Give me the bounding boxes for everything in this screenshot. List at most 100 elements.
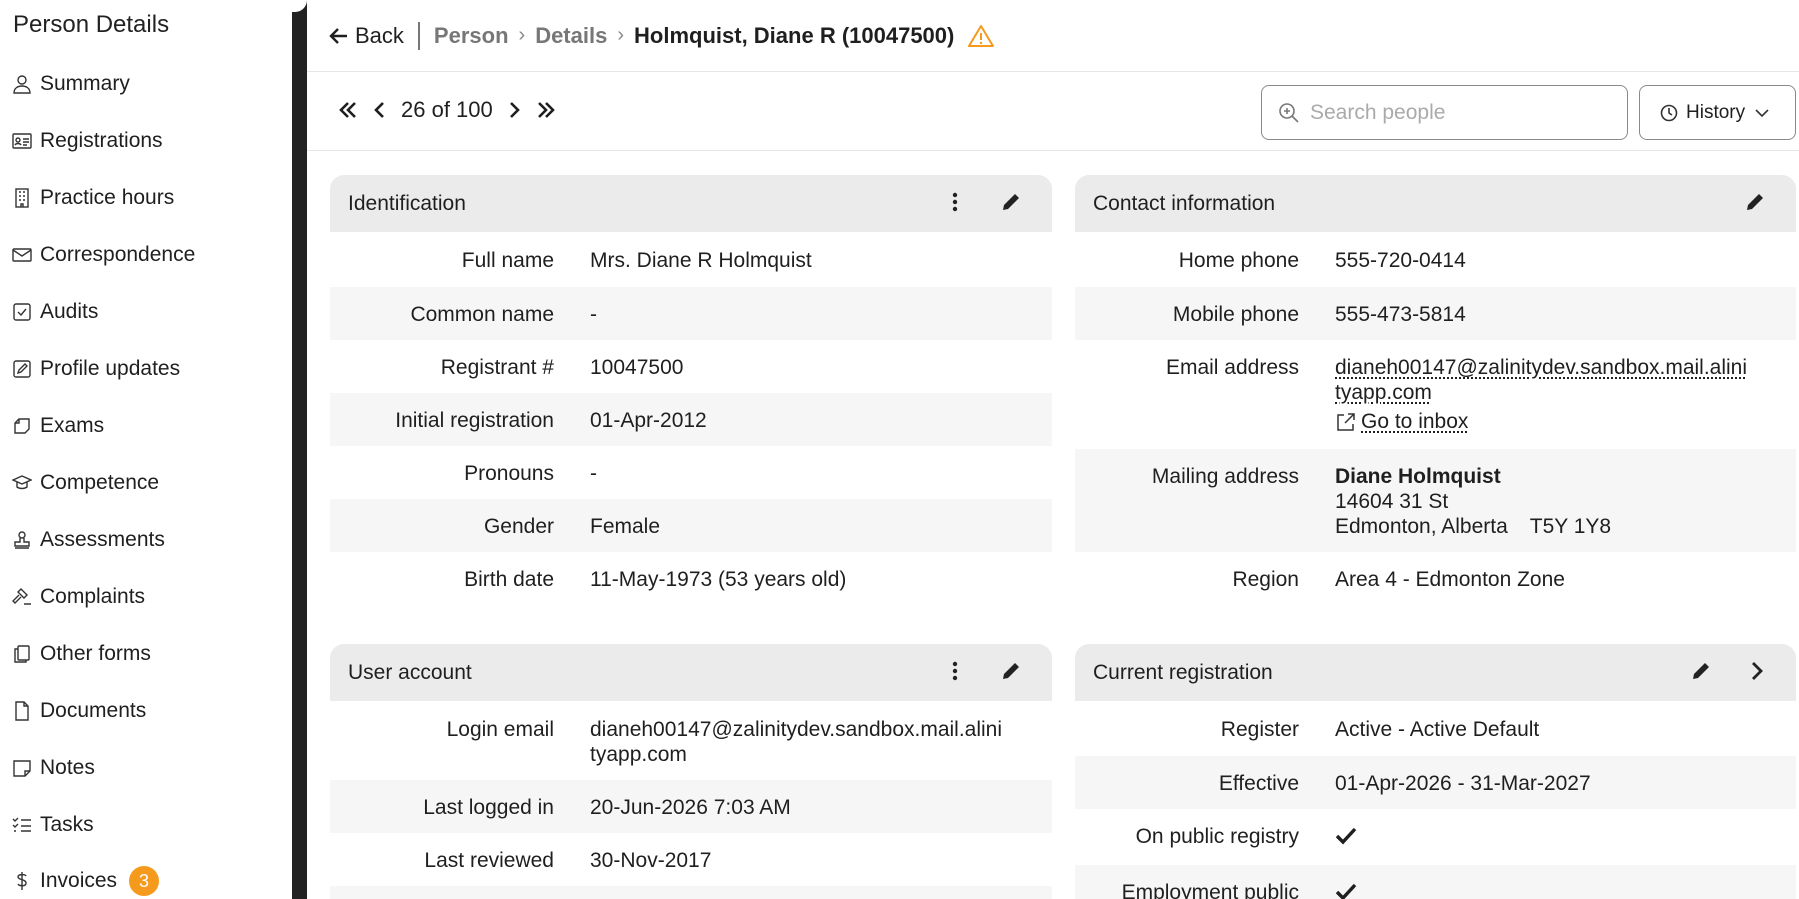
field-row: Login email dianeh00147@zalinitydev.sand… — [330, 701, 1052, 780]
field-label: Gender — [483, 515, 554, 538]
edit-square-icon — [12, 359, 32, 379]
card-title: Identification — [348, 191, 466, 215]
first-record-button[interactable] — [337, 99, 359, 121]
field-row: On public registry — [1075, 809, 1796, 865]
sidebar: Person Details Summary Registrations Pra… — [0, 0, 292, 899]
breadcrumb-bar: Back Person › Details › Holmquist, Diane… — [307, 0, 1799, 72]
chevron-right-icon: › — [518, 24, 526, 46]
field-value: 10047500 — [590, 356, 684, 379]
sidebar-item-profile-updates[interactable]: Profile updates — [12, 354, 180, 384]
sidebar-title: Person Details — [13, 11, 170, 38]
go-to-inbox-link[interactable]: Go to inbox — [1335, 409, 1468, 434]
field-value: Mrs. Diane R Holmquist — [590, 249, 812, 272]
user-account-header: User account — [330, 644, 1052, 701]
sidebar-item-other-forms[interactable]: Other forms — [12, 639, 151, 669]
double-chevron-left-icon — [339, 102, 356, 118]
double-chevron-right-icon — [537, 102, 555, 118]
toolbar: 26 of 100 History — [307, 73, 1799, 151]
field-label: Initial registration — [395, 409, 554, 432]
sidebar-item-notes[interactable]: Notes — [12, 753, 95, 783]
register-value: Active - Active Default — [1335, 718, 1540, 741]
dollar-icon — [12, 871, 32, 891]
edit-button[interactable] — [1688, 658, 1714, 684]
field-label: Common name — [410, 303, 554, 326]
pencil-icon — [1747, 194, 1763, 210]
login-email-line: dianeh00147@zalinitydev.sandbox.mail.ali… — [590, 718, 1003, 741]
vertical-dots-icon — [952, 192, 958, 212]
sidebar-item-assessments[interactable]: Assessments — [12, 525, 165, 555]
field-value: 30-Nov-2017 — [590, 849, 712, 872]
field-value: 11-May-1973 (53 years old) — [590, 568, 847, 591]
field-label: Birth date — [464, 568, 554, 591]
breadcrumb-details[interactable]: Details — [535, 23, 607, 49]
sidebar-item-complaints[interactable]: Complaints — [12, 582, 145, 612]
sidebar-item-audits[interactable]: Audits — [12, 297, 98, 327]
stamp-icon — [12, 530, 32, 550]
sidebar-item-exams[interactable]: Exams — [12, 411, 104, 441]
mailing-postal: T5Y 1Y8 — [1529, 514, 1612, 538]
person-icon — [12, 74, 32, 94]
sidebar-item-label: Competence — [40, 471, 160, 494]
more-options-button[interactable] — [942, 189, 968, 215]
chevron-right-icon — [509, 102, 520, 118]
sidebar-item-invoices[interactable]: Invoices 3 — [12, 866, 160, 896]
field-row: Effective 01-Apr-2026 - 31-Mar-2027 — [1075, 756, 1796, 809]
sidebar-item-label: Correspondence — [40, 243, 196, 266]
chevron-left-icon — [374, 102, 384, 118]
sidebar-item-practice-hours[interactable]: Practice hours — [12, 183, 174, 213]
sidebar-item-label: Complaints — [40, 585, 146, 608]
sidebar-item-documents[interactable]: Documents — [12, 696, 146, 726]
search-input[interactable] — [1310, 100, 1600, 125]
field-label: Last logged in — [423, 796, 554, 819]
note-icon — [12, 758, 32, 778]
pencil-icon — [1003, 194, 1019, 210]
sidebar-item-label: Summary — [40, 72, 130, 95]
field-row: Birth date 11-May-1973 (53 years old) — [330, 552, 1052, 605]
card-title: Current registration — [1093, 660, 1273, 684]
back-button[interactable]: Back — [329, 23, 404, 49]
next-record-button[interactable] — [503, 99, 525, 121]
breadcrumb-person[interactable]: Person — [434, 23, 509, 49]
edit-button[interactable] — [1742, 189, 1768, 215]
field-row: Home phone 555-720-0414 — [1075, 232, 1796, 287]
sidebar-item-label: Audits — [40, 300, 99, 323]
field-row: Gender Female — [330, 499, 1052, 552]
chevron-right-icon — [1752, 662, 1763, 680]
field-row: Region Area 4 - Edmonton Zone — [1075, 552, 1796, 605]
back-label: Back — [355, 22, 404, 48]
sidebar-item-label: Invoices — [40, 869, 118, 892]
graduation-cap-icon — [12, 473, 32, 493]
sidebar-item-label: Other forms — [40, 642, 151, 665]
document-icon — [12, 701, 32, 721]
edit-button[interactable] — [998, 189, 1024, 215]
field-value: 01-Apr-2012 — [590, 409, 707, 432]
sidebar-item-label: Assessments — [40, 528, 165, 551]
open-registration-button[interactable] — [1744, 658, 1770, 684]
email-link[interactable]: dianeh00147@zalinitydev.sandbox.mail.ali… — [1335, 356, 1747, 404]
last-record-button[interactable] — [535, 99, 557, 121]
sidebar-divider[interactable] — [292, 0, 307, 899]
warning-icon[interactable] — [968, 24, 995, 48]
inbox-label: Go to inbox — [1361, 410, 1469, 433]
mailing-name: Diane Holmquist — [1335, 464, 1501, 488]
zoom-search-icon — [1279, 102, 1299, 123]
sidebar-item-summary[interactable]: Summary — [12, 69, 130, 99]
field-label: Mailing address — [1151, 464, 1299, 488]
field-label: Effective — [1218, 772, 1299, 795]
current-registration-card: Current registration Register Active - Ac… — [1075, 644, 1796, 899]
sidebar-item-correspondence[interactable]: Correspondence — [12, 240, 195, 270]
field-row: Initial registration 01-Apr-2012 — [330, 393, 1052, 446]
sidebar-item-competence[interactable]: Competence — [12, 468, 159, 498]
edit-button[interactable] — [998, 658, 1024, 684]
user-account-card: User account Login email dianeh00147@zal… — [330, 644, 1052, 899]
record-position: 26 of 100 — [401, 97, 493, 122]
more-options-button[interactable] — [942, 658, 968, 684]
sidebar-item-tasks[interactable]: Tasks — [12, 810, 94, 840]
history-dropdown[interactable]: History — [1639, 85, 1796, 140]
field-label: Full name — [461, 249, 554, 272]
identification-header: Identification — [330, 175, 1052, 232]
sidebar-item-registrations[interactable]: Registrations — [12, 126, 163, 156]
email-line: dianeh00147@zalinitydev.sandbox.mail.ali… — [1335, 356, 1748, 379]
field-label: Mobile phone — [1172, 303, 1299, 326]
previous-record-button[interactable] — [369, 99, 391, 121]
